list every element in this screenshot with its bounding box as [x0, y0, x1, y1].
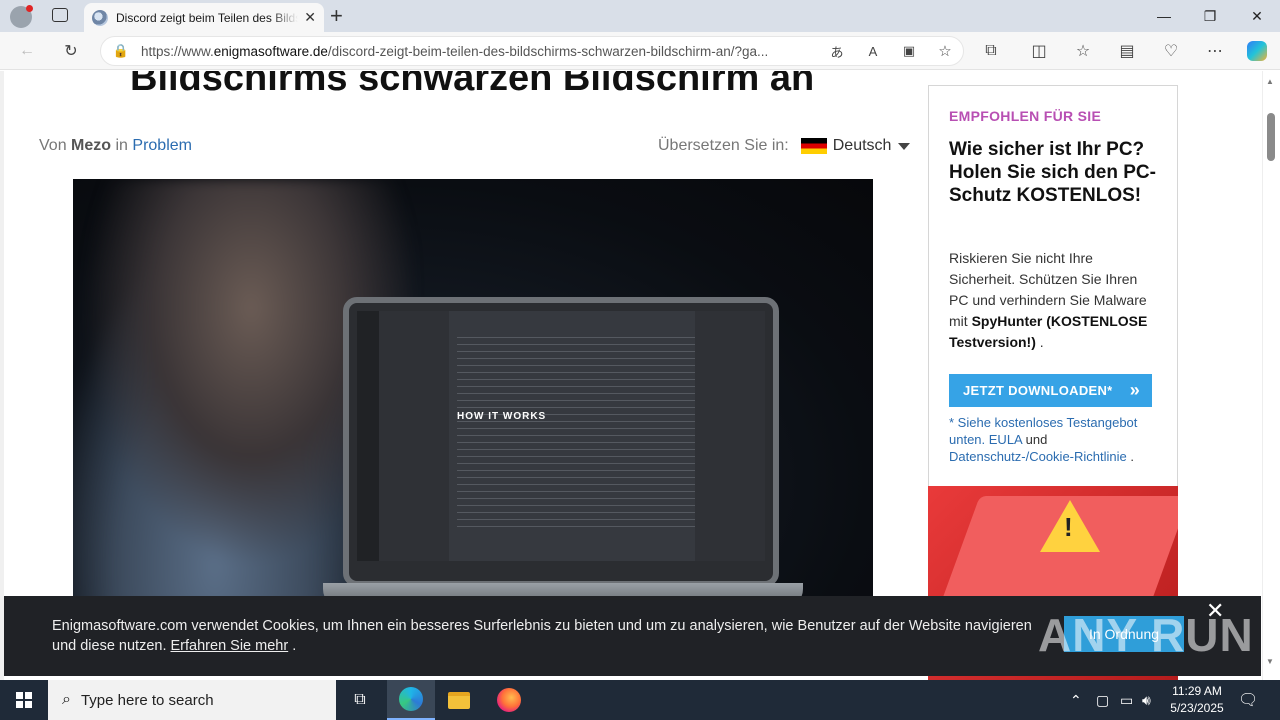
clock-date: 5/23/2025: [1170, 701, 1224, 715]
ad-body: Riskieren Sie nicht Ihre Sicherheit. Sch…: [949, 250, 1148, 350]
byline: Von Mezo in Problem: [39, 137, 192, 154]
discord-screen: HOW IT WORKS: [357, 311, 765, 561]
browser-essentials-icon[interactable]: ♡: [1158, 39, 1184, 63]
favorite-star-icon[interactable]: ☆: [927, 42, 963, 60]
url-text[interactable]: https://www.enigmasoftware.de/discord-ze…: [141, 44, 819, 59]
copilot-icon[interactable]: [1244, 39, 1270, 63]
edge-taskbar-icon[interactable]: [387, 680, 435, 720]
learn-more-link[interactable]: Erfahren Sie mehr: [171, 638, 289, 654]
firefox-icon[interactable]: [485, 680, 533, 720]
laptop-illustration: HOW IT WORKS: [343, 297, 779, 587]
windows-taskbar: ⌕ Type here to search ⧉ ⌃ ▢ ▭ 🔊︎ 11:29 A…: [0, 680, 1280, 720]
volume-icon[interactable]: 🔊︎: [1142, 680, 1151, 720]
restore-icon[interactable]: ❐: [1187, 0, 1233, 32]
tab-actions-icon[interactable]: [52, 8, 68, 22]
clock-time: 11:29 AM: [1172, 684, 1222, 698]
read-aloud-translate-icon[interactable]: あ: [819, 42, 855, 61]
profile-icon[interactable]: [10, 5, 33, 28]
notifications-icon[interactable]: 🗨︎: [1238, 680, 1258, 720]
scroll-down-icon[interactable]: ▼: [1266, 657, 1274, 666]
category-link[interactable]: Problem: [132, 137, 192, 154]
address-bar[interactable]: 🔒 https://www.enigmasoftware.de/discord-…: [100, 36, 964, 66]
close-window-icon[interactable]: ✕: [1234, 0, 1280, 32]
search-placeholder: Type here to search: [80, 691, 214, 709]
file-explorer-icon[interactable]: [435, 680, 483, 720]
page-scrollbar[interactable]: ▲ ▼: [1262, 71, 1280, 680]
download-button[interactable]: JETZT DOWNLOADEN* »: [949, 374, 1152, 407]
browser-toolbar: ← ↻ 🔒 https://www.enigmasoftware.de/disc…: [0, 32, 1280, 70]
windows-logo-icon: [16, 692, 32, 708]
sidebar-ad: EMPFOHLEN FÜR SIE Wie sicher ist Ihr PC?…: [928, 85, 1178, 680]
ad-title: Wie sicher ist Ihr PC? Holen Sie sich de…: [949, 139, 1156, 206]
tab-active[interactable]: Discord zeigt beim Teilen des Bildschirm…: [84, 3, 324, 32]
scroll-up-icon[interactable]: ▲: [1266, 77, 1274, 86]
site-favicon-icon: [92, 9, 108, 26]
ad-kicker: EMPFOHLEN FÜR SIE: [949, 108, 1102, 124]
dropdown-caret-icon: [898, 142, 911, 150]
lock-icon[interactable]: 🔒: [101, 43, 141, 59]
task-view-icon[interactable]: ⧉: [336, 680, 384, 720]
back-icon[interactable]: ←: [14, 39, 40, 63]
start-button[interactable]: [0, 680, 48, 720]
close-tab-icon[interactable]: ✕: [304, 9, 316, 26]
extensions-icon[interactable]: ⧉: [978, 39, 1004, 63]
refresh-icon[interactable]: ↻: [58, 39, 84, 63]
favorites-icon[interactable]: ☆: [1070, 39, 1096, 63]
search-icon: ⌕: [62, 691, 71, 708]
article-hero-image: HOW IT WORKS: [73, 179, 873, 609]
collections-icon[interactable]: ▤: [1114, 39, 1140, 63]
new-tab-icon[interactable]: +: [330, 3, 343, 29]
screen-heading: HOW IT WORKS: [457, 411, 547, 422]
settings-more-icon[interactable]: ⋯: [1202, 39, 1228, 63]
taskbar-clock[interactable]: 11:29 AM 5/23/2025: [1160, 683, 1234, 717]
read-aloud-icon[interactable]: A: [855, 44, 891, 59]
privacy-link[interactable]: Datenschutz-/Cookie-Richtlinie: [949, 449, 1127, 464]
translate-selector[interactable]: Übersetzen Sie in: Deutsch: [658, 137, 911, 155]
scrollbar-thumb[interactable]: [1267, 113, 1275, 161]
taskbar-search[interactable]: ⌕ Type here to search: [48, 680, 336, 720]
translate-label: Übersetzen Sie in:: [658, 137, 789, 154]
language-value: Deutsch: [832, 137, 892, 154]
ad-note: * Siehe kostenloses Testangebot unten. E…: [949, 415, 1138, 464]
immersive-reader-icon[interactable]: ▣: [891, 43, 927, 59]
network-icon[interactable]: ▭: [1120, 680, 1133, 720]
article-headline: Bildschirms schwarzen Bildschirm an: [130, 71, 815, 99]
author-name: Mezo: [71, 137, 112, 154]
minimize-icon[interactable]: —: [1141, 0, 1187, 32]
double-chevron-right-icon: »: [1129, 380, 1140, 400]
browser-title-bar: Discord zeigt beim Teilen des Bildschirm…: [0, 0, 1280, 32]
anyrun-watermark: ANY RUN: [1038, 609, 1254, 661]
split-screen-icon[interactable]: ◫: [1026, 39, 1052, 63]
tab-title: Discord zeigt beim Teilen des Bildschirm…: [116, 10, 299, 25]
german-flag-icon: [800, 138, 827, 154]
tray-overflow-icon[interactable]: ⌃: [1070, 680, 1082, 720]
cookie-message: Enigmasoftware.com verwendet Cookies, um…: [52, 618, 1032, 654]
notification-dot-icon: [26, 5, 33, 12]
web-page: Bildschirms schwarzen Bildschirm an Von …: [0, 71, 1262, 680]
meet-now-icon[interactable]: ▢: [1096, 680, 1109, 720]
